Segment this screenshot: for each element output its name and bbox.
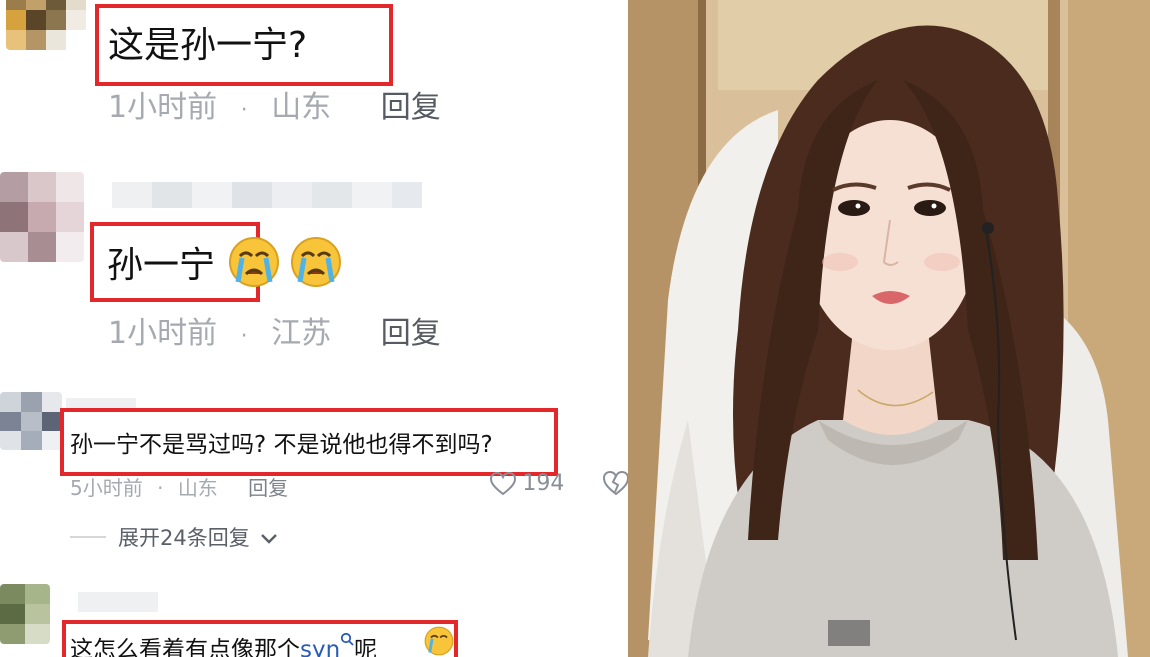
comment-location: 山东: [271, 90, 332, 125]
comment-text-line: 这怎么看着有点像那个syn 呢: [70, 630, 377, 657]
like-count: 194: [522, 471, 565, 496]
comment-location: 山东: [177, 476, 218, 500]
search-icon: [341, 632, 354, 646]
portrait-photo: [628, 0, 1150, 657]
blurred-username: [78, 592, 158, 612]
avatar[interactable]: [0, 392, 62, 450]
avatar[interactable]: [0, 584, 50, 644]
comment-time: 5小时前: [70, 476, 143, 500]
search-link[interactable]: syn: [300, 632, 354, 657]
reply-button[interactable]: 回复: [248, 476, 288, 500]
comment-text: 孙一宁: [107, 245, 216, 286]
reply-button[interactable]: 回复: [381, 316, 441, 351]
comment-time: 1小时前: [108, 90, 218, 125]
comment-panel: 这是孙一宁? 1小时前 · 山东 回复 孙一宁 1小时前 · 江苏 回复 孙一宁…: [0, 0, 628, 657]
meta-dot: ·: [240, 324, 248, 349]
comment-text: 这怎么看着有点像那个: [70, 637, 300, 657]
comment-location: 江苏: [271, 316, 332, 351]
avatar[interactable]: [6, 0, 86, 50]
avatar[interactable]: [0, 172, 84, 262]
crying-emoji-icon: [229, 237, 279, 287]
comment-time: 1小时前: [108, 316, 218, 351]
comment-meta: 1小时前 · 山东 回复: [108, 82, 441, 126]
search-link-text: syn: [300, 637, 341, 657]
crying-emoji-icon: [291, 237, 341, 287]
blurred-username: [112, 178, 422, 212]
crying-emoji-icon: [424, 626, 454, 656]
expand-divider: [70, 536, 106, 538]
expand-replies-label: 展开24条回复: [118, 526, 250, 550]
reply-button[interactable]: 回复: [381, 90, 441, 125]
like-count-group[interactable]: 194: [489, 470, 565, 496]
broken-heart-icon[interactable]: [602, 470, 628, 496]
comment-text-tail: 呢: [354, 637, 378, 657]
comment-meta: 1小时前 · 江苏 回复: [108, 308, 441, 352]
heart-icon[interactable]: [489, 471, 517, 496]
comment-text: 孙一宁不是骂过吗? 不是说他也得不到吗?: [70, 432, 493, 458]
meta-dot: ·: [157, 476, 164, 500]
meta-dot: ·: [240, 98, 248, 123]
comment-text: 这是孙一宁?: [108, 25, 308, 66]
expand-replies-button[interactable]: 展开24条回复: [118, 522, 278, 552]
chevron-down-icon: [261, 534, 278, 544]
comment-meta: 5小时前 · 山东 回复: [70, 472, 288, 501]
